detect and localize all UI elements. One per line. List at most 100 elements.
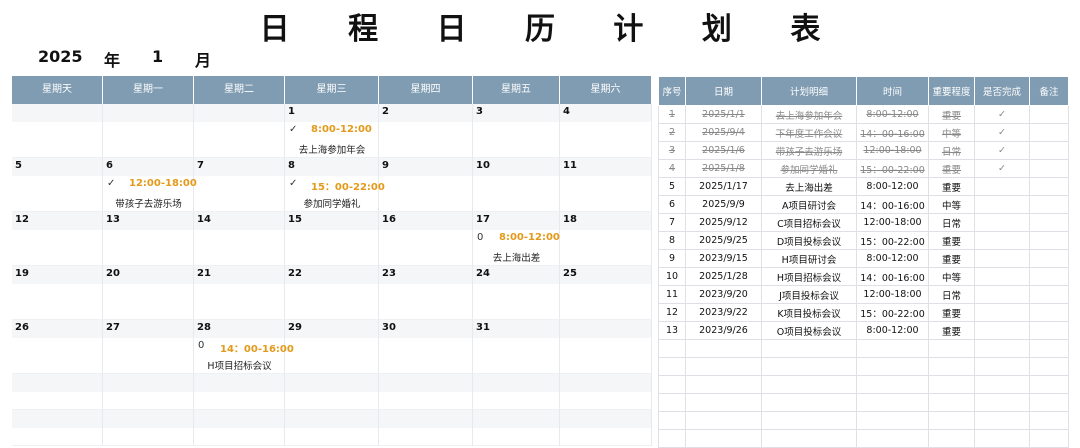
calendar-day-cell[interactable]: 12	[12, 212, 103, 266]
schedule-cell-time: 15：00-22:00	[856, 231, 929, 250]
schedule-column-header: 序号	[658, 76, 686, 106]
day-number: 24	[476, 268, 490, 279]
calendar-day-cell[interactable]: 24	[473, 266, 560, 320]
schedule-row[interactable]: 6 2025/9/9 A项目研讨会 14：00-16:00 中等	[658, 195, 1069, 214]
schedule-row[interactable]: 12 2023/9/22 K项目投标会议 15：00-22:00 重要	[658, 303, 1069, 322]
day-number: 25	[563, 268, 577, 279]
calendar-day-cell[interactable]: 17 0 8:00-12:00 去上海出差	[473, 212, 560, 266]
calendar-day-cell[interactable]: 9	[379, 158, 473, 212]
schedule-cell-note	[1029, 141, 1069, 160]
calendar-day-cell[interactable]: 18	[560, 212, 652, 266]
empty-schedule-cell	[1029, 429, 1069, 448]
schedule-row[interactable]: 1 2025/1/1 去上海参加年会 8:00-12:00 重要 ✓	[658, 105, 1069, 124]
day-number: 22	[288, 268, 302, 279]
calendar-day-cell[interactable]	[103, 104, 194, 158]
calendar-day-cell[interactable]: 23	[379, 266, 473, 320]
day-number: 26	[15, 322, 29, 333]
calendar-day-cell[interactable]	[560, 320, 652, 374]
calendar-day-cell[interactable]: 8 ✓ 15：00-22:00 参加同学婚礼	[285, 158, 385, 212]
schedule-column-header: 备注	[1029, 76, 1069, 106]
calendar-day-cell[interactable]: 14	[194, 212, 285, 266]
schedule-cell-done	[974, 195, 1030, 214]
schedule-cell-date: 2025/9/9	[685, 195, 762, 214]
schedule-row[interactable]: 4 2025/1/8 参加同学婚礼 15：00-22:00 重要 ✓	[658, 159, 1069, 178]
calendar-day-cell[interactable]: 19	[12, 266, 103, 320]
calendar-day-cell[interactable]: 26	[12, 320, 103, 374]
schedule-row[interactable]: 11 2023/9/20 J项目投标会议 12:00-18:00 日常	[658, 285, 1069, 304]
year-value: 2025	[38, 47, 83, 66]
schedule-cell-date: 2025/1/17	[685, 177, 762, 196]
empty-schedule-row	[658, 393, 1069, 412]
calendar-day-cell[interactable]	[194, 104, 285, 158]
calendar-day-cell[interactable]: 30	[379, 320, 473, 374]
calendar-day-cell[interactable]: 16	[379, 212, 473, 266]
schedule-row[interactable]: 13 2023/9/26 O项目投标会议 8:00-12:00 重要	[658, 321, 1069, 340]
day-number: 14	[197, 214, 211, 225]
calendar-day-cell[interactable]: 13	[103, 212, 194, 266]
schedule-row[interactable]: 8 2025/9/25 D项目投标会议 15：00-22:00 重要	[658, 231, 1069, 250]
schedule-cell-no: 6	[658, 195, 686, 214]
schedule-cell-note	[1029, 159, 1069, 178]
day-number: 11	[563, 160, 577, 171]
calendar-day-cell[interactable]: 31	[473, 320, 560, 374]
schedule-cell-time: 8:00-12:00	[856, 177, 929, 196]
day-number: 21	[197, 268, 211, 279]
event-status-mark: ✓	[289, 124, 298, 135]
month-value: 1	[152, 47, 164, 66]
calendar-day-cell[interactable]: 2	[379, 104, 473, 158]
calendar-day-cell[interactable]: 22	[285, 266, 379, 320]
calendar-day-cell[interactable]: 29	[285, 320, 379, 374]
schedule-row[interactable]: 2 2025/9/4 下年度工作会议 14：00-16:00 中等 ✓	[658, 123, 1069, 142]
empty-schedule-cell	[928, 357, 975, 376]
weekday-header: 星期一	[103, 76, 194, 104]
calendar-day-cell[interactable]: 28 0 14：00-16:00 H项目招标会议	[194, 320, 294, 374]
calendar-day-cell[interactable]: 21	[194, 266, 285, 320]
monthly-calendar: 星期天 星期一 星期二 星期三 星期四 星期五 星期六 1 ✓ 8:00-12:00 去上海参加年会…	[12, 76, 652, 446]
calendar-day-cell[interactable]: 20	[103, 266, 194, 320]
schedule-cell-time: 15：00-22:00	[856, 159, 929, 178]
schedule-row[interactable]: 7 2025/9/12 C项目招标会议 12:00-18:00 日常	[658, 213, 1069, 232]
schedule-cell-time: 8:00-12:00	[856, 321, 929, 340]
schedule-cell-date: 2025/9/4	[685, 123, 762, 142]
schedule-cell-level: 日常	[928, 213, 975, 232]
schedule-cell-no: 1	[658, 105, 686, 124]
schedule-cell-date: 2023/9/20	[685, 285, 762, 304]
calendar-day-cell[interactable]: 25	[560, 266, 652, 320]
weekday-header: 星期四	[379, 76, 473, 104]
calendar-day-cell[interactable]: 11	[560, 158, 652, 212]
calendar-day-cell[interactable]: 6 ✓ 12:00-18:00 带孩子去游乐场	[103, 158, 197, 212]
empty-schedule-cell	[658, 375, 686, 394]
schedule-cell-level: 重要	[928, 231, 975, 250]
calendar-day-cell[interactable]: 27	[103, 320, 194, 374]
empty-calendar-cell	[285, 410, 379, 446]
empty-schedule-cell	[1029, 411, 1069, 430]
schedule-row[interactable]: 5 2025/1/17 去上海出差 8:00-12:00 重要	[658, 177, 1069, 196]
weekday-header: 星期二	[194, 76, 285, 104]
schedule-column-header: 计划明细	[761, 76, 857, 106]
schedule-cell-no: 7	[658, 213, 686, 232]
schedule-row[interactable]: 3 2025/1/6 带孩子去游乐场 12:00-18:00 日常 ✓	[658, 141, 1069, 160]
empty-calendar-cell	[12, 374, 103, 410]
empty-schedule-cell	[685, 357, 762, 376]
calendar-day-cell[interactable]: 7	[194, 158, 285, 212]
calendar-day-cell[interactable]: 1 ✓ 8:00-12:00 去上海参加年会	[285, 104, 379, 158]
empty-schedule-cell	[856, 411, 929, 430]
calendar-day-cell[interactable]: 10	[473, 158, 560, 212]
schedule-cell-no: 10	[658, 267, 686, 286]
schedule-cell-time: 12:00-18:00	[856, 285, 929, 304]
calendar-day-cell[interactable]: 5	[12, 158, 103, 212]
empty-schedule-cell	[685, 393, 762, 412]
empty-schedule-cell	[761, 411, 857, 430]
calendar-day-cell[interactable]: 15	[285, 212, 379, 266]
schedule-cell-detail: A项目研讨会	[761, 195, 857, 214]
calendar-day-cell[interactable]: 3	[473, 104, 560, 158]
calendar-day-cell[interactable]: 4	[560, 104, 652, 158]
schedule-row[interactable]: 10 2025/1/28 H项目招标会议 14：00-16:00 中等	[658, 267, 1069, 286]
schedule-row[interactable]: 9 2023/9/15 H项目研讨会 8:00-12:00 重要	[658, 249, 1069, 268]
schedule-cell-note	[1029, 303, 1069, 322]
schedule-cell-level: 重要	[928, 177, 975, 196]
day-number: 16	[382, 214, 396, 225]
schedule-cell-level: 日常	[928, 285, 975, 304]
calendar-day-cell[interactable]	[12, 104, 103, 158]
weekday-header: 星期六	[560, 76, 652, 104]
